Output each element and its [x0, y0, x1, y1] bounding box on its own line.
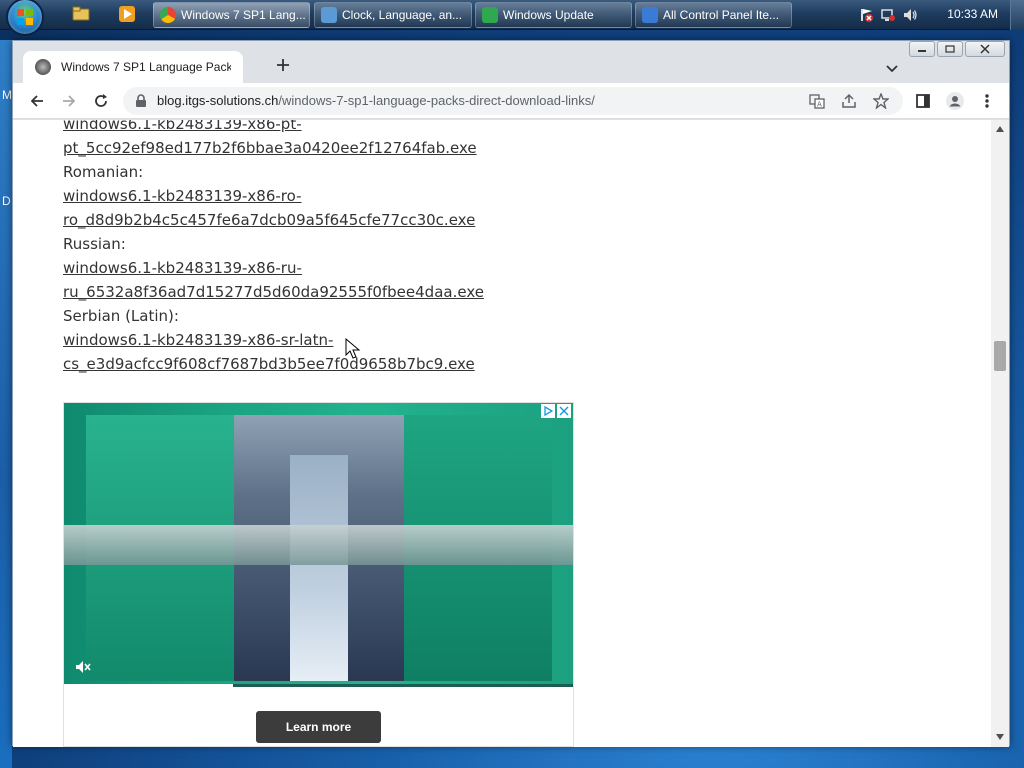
media-player-icon[interactable] [118, 5, 138, 25]
share-icon[interactable] [841, 93, 857, 109]
taskbar-button-label: Clock, Language, an... [342, 8, 463, 22]
windows-update-icon [482, 7, 498, 23]
download-link[interactable]: ro_d8d9b2b4c5c457fe6a7dcb09a5f645cfe77cc… [63, 208, 763, 232]
download-link[interactable]: windows6.1-kb2483139-x86-ro- [63, 184, 763, 208]
bookmark-star-icon[interactable] [873, 93, 889, 109]
taskbar-button-chrome[interactable]: Windows 7 SP1 Lang... [153, 2, 310, 28]
browser-tab[interactable]: Windows 7 SP1 Language Packs [23, 51, 243, 83]
control-panel-icon [321, 7, 337, 23]
side-panel-button[interactable] [913, 91, 933, 111]
close-icon [980, 44, 990, 54]
back-button[interactable] [27, 91, 47, 111]
ad-progress-fill [64, 684, 233, 687]
reload-icon [95, 94, 107, 107]
url-text: blog.itgs-solutions.ch/windows-7-sp1-lan… [157, 93, 595, 108]
desktop-icon-label[interactable]: M [2, 88, 12, 102]
download-link[interactable]: windows6.1-kb2483139-x86-sr-latn- [63, 328, 763, 352]
taskbar-button-windows-update[interactable]: Windows Update [475, 2, 632, 28]
download-link[interactable]: cs_e3d9acfcc9f608cf7687bd3b5ee7f0d9658b7… [63, 352, 763, 376]
translate-icon[interactable]: A [809, 93, 825, 109]
arrow-left-icon [30, 95, 43, 107]
avatar-icon [946, 92, 964, 110]
volume-icon[interactable] [902, 7, 918, 23]
minimize-icon [918, 50, 926, 52]
scrollbar-thumb[interactable] [994, 340, 1006, 371]
language-label: Serbian (Latin): [63, 307, 179, 325]
minimize-button[interactable] [909, 41, 935, 57]
new-tab-button[interactable] [275, 57, 295, 77]
tab-title: Windows 7 SP1 Language Packs [61, 60, 231, 74]
taskbar-button-control-panel[interactable]: All Control Panel Ite... [635, 2, 792, 28]
system-tray: 10:33 AM [854, 0, 1024, 30]
control-panel-icon [642, 7, 658, 23]
profile-button[interactable] [945, 91, 965, 111]
restore-icon [945, 45, 955, 53]
windows-logo-icon [17, 9, 33, 25]
restore-button[interactable] [937, 41, 963, 57]
desktop-edge: M D [0, 40, 12, 768]
taskbar-button-clock-language[interactable]: Clock, Language, an... [314, 2, 472, 28]
forward-button[interactable] [59, 91, 79, 111]
network-icon[interactable] [880, 7, 896, 23]
scroll-down-arrow-icon[interactable] [995, 732, 1005, 742]
window-controls [909, 41, 1005, 57]
download-link[interactable]: ru_6532a8f36ad7d15277d5d60da92555f0fbee4… [63, 280, 763, 304]
scroll-up-arrow-icon[interactable] [995, 124, 1005, 134]
video-ad[interactable]: Learn more [63, 402, 574, 747]
site-favicon-icon [35, 59, 51, 75]
address-bar[interactable]: blog.itgs-solutions.ch/windows-7-sp1-lan… [123, 87, 903, 115]
browser-toolbar: blog.itgs-solutions.ch/windows-7-sp1-lan… [13, 83, 1009, 119]
menu-button[interactable] [977, 91, 997, 111]
more-vertical-icon [985, 94, 989, 108]
language-label: Russian: [63, 235, 126, 253]
ad-progress-bar [64, 684, 573, 687]
language-label: Romanian: [63, 163, 144, 181]
ad-choices [541, 404, 571, 418]
arrow-right-icon [63, 95, 76, 107]
explorer-icon[interactable] [72, 5, 92, 25]
taskbar-button-label: Windows 7 SP1 Lang... [181, 8, 306, 22]
side-panel-icon [916, 94, 930, 108]
lock-icon[interactable] [135, 94, 147, 108]
download-link[interactable]: windows6.1-kb2483139-x86-pt- [63, 120, 763, 136]
taskbar: Windows 7 SP1 Lang... Clock, Language, a… [0, 0, 1024, 36]
vertical-scrollbar[interactable] [991, 120, 1009, 747]
action-center-icon[interactable] [858, 7, 874, 23]
mouse-cursor-icon [345, 338, 361, 359]
ad-choices-icon[interactable] [541, 404, 555, 418]
learn-more-button[interactable]: Learn more [256, 711, 381, 743]
desktop-icon-label[interactable]: D [2, 194, 11, 208]
browser-window: Windows 7 SP1 Language Packs blog.itgs-s… [12, 40, 1010, 747]
svg-text:A: A [817, 101, 822, 109]
reload-button[interactable] [91, 91, 111, 111]
show-desktop-button[interactable] [1010, 0, 1024, 30]
url-path: /windows-7-sp1-language-packs-direct-dow… [278, 93, 595, 108]
taskbar-button-label: All Control Panel Ite... [663, 8, 780, 22]
muted-speaker-icon[interactable] [74, 658, 92, 676]
plus-icon [277, 59, 289, 71]
url-domain: blog.itgs-solutions.ch [157, 93, 279, 108]
ad-video-frame[interactable] [64, 403, 573, 687]
clock[interactable]: 10:33 AM [947, 7, 998, 21]
download-link[interactable]: pt_5cc92ef98ed177b2f6bbae3a0420ee2f12764… [63, 136, 763, 160]
tab-search-button[interactable] [885, 59, 899, 78]
ad-close-icon[interactable] [557, 404, 571, 418]
chrome-icon [160, 7, 176, 23]
page-viewport[interactable]: windows6.1-kb2483139-x86-pt-pt_5cc92ef98… [13, 120, 991, 747]
article-content: windows6.1-kb2483139-x86-pt-pt_5cc92ef98… [63, 120, 763, 376]
taskbar-button-label: Windows Update [503, 8, 594, 22]
chevron-down-icon [886, 65, 898, 73]
ad-image-band [64, 525, 573, 565]
close-button[interactable] [965, 41, 1005, 57]
download-link[interactable]: windows6.1-kb2483139-x86-ru- [63, 256, 763, 280]
